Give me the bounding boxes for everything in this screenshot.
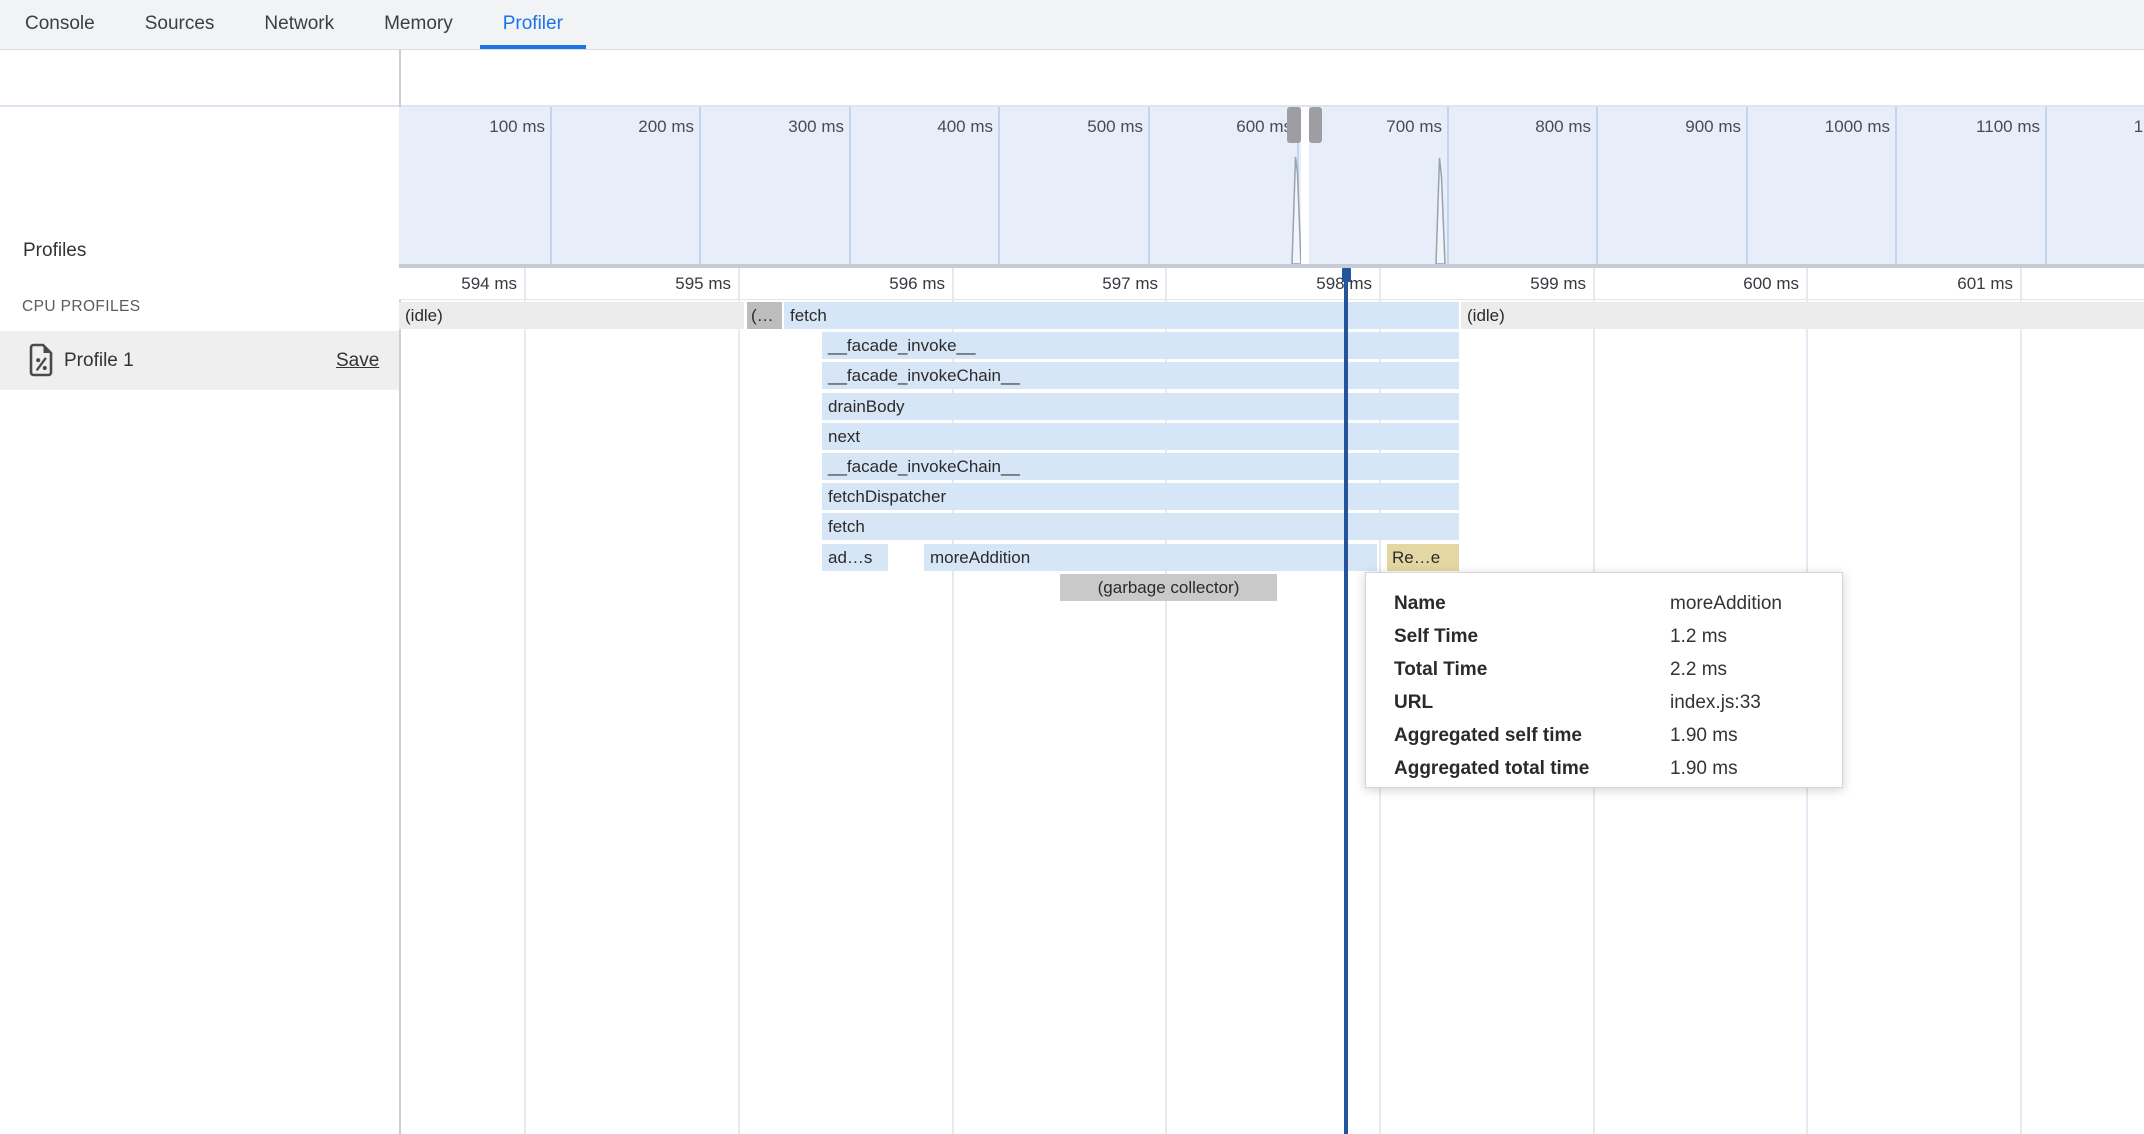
flame-gridline <box>2020 268 2022 1134</box>
flame-bar-call[interactable]: fetch <box>822 513 1459 540</box>
tab-profiler[interactable]: Profiler <box>480 0 586 49</box>
profile-name: Profile 1 <box>64 331 134 390</box>
profiler-toolbar: Chart <box>0 50 2144 107</box>
tab-sources[interactable]: Sources <box>122 0 238 49</box>
flame-bar-chip[interactable]: (… <box>747 302 782 329</box>
profile-document-icon <box>29 343 54 382</box>
flame-bar-call[interactable]: fetchDispatcher <box>822 483 1459 510</box>
sidebar-item-profile-1[interactable]: Profile 1 Save <box>0 331 399 390</box>
tooltip-label: Name <box>1394 587 1670 620</box>
profiles-sidebar: Profiles CPU PROFILES Profile 1 Save <box>0 107 399 1134</box>
playhead-marker-tick <box>1342 268 1351 282</box>
selection-right-handle[interactable] <box>1309 107 1322 143</box>
flame-gridline <box>738 268 740 1134</box>
tooltip-label: Aggregated total time <box>1394 752 1670 785</box>
flame-bar-call[interactable]: __facade_invoke__ <box>822 332 1459 359</box>
tooltip-row: Aggregated self time1.90 ms <box>1394 719 1842 752</box>
flame-bar-native[interactable]: Re…e <box>1387 544 1459 571</box>
save-profile-link[interactable]: Save <box>336 331 379 390</box>
selection-left-handle[interactable] <box>1287 107 1301 143</box>
frame-details-tooltip: NamemoreAdditionSelf Time1.2 msTotal Tim… <box>1365 572 1843 788</box>
tooltip-value: 1.90 ms <box>1670 752 1738 785</box>
flame-bar-call[interactable]: ad…s <box>822 544 888 571</box>
cpu-profiles-section-label: CPU PROFILES <box>22 298 141 316</box>
tooltip-label: URL <box>1394 686 1670 719</box>
tab-memory[interactable]: Memory <box>361 0 476 49</box>
tooltip-label: Aggregated self time <box>1394 719 1670 752</box>
overview-selection-window[interactable] <box>1301 107 1309 264</box>
flame-bar-call[interactable]: __facade_invokeChain__ <box>822 362 1459 389</box>
timeline-overview[interactable]: 100 ms200 ms300 ms400 ms500 ms600 ms700 … <box>399 107 2144 268</box>
tooltip-value: 2.2 ms <box>1670 653 1727 686</box>
flame-bar-call[interactable]: fetch <box>784 302 1459 329</box>
flame-gridline <box>524 268 526 1134</box>
flame-bar-call[interactable]: __facade_invokeChain__ <box>822 453 1459 480</box>
tooltip-row: Self Time1.2 ms <box>1394 620 1842 653</box>
tooltip-value: 1.90 ms <box>1670 719 1738 752</box>
tooltip-row: Aggregated total time1.90 ms <box>1394 752 1842 785</box>
tooltip-value: index.js:33 <box>1670 686 1761 719</box>
flame-bar-call[interactable]: drainBody <box>822 393 1459 420</box>
tooltip-label: Total Time <box>1394 653 1670 686</box>
flame-bar-call[interactable]: moreAddition <box>924 544 1377 571</box>
flame-bar-call[interactable]: next <box>822 423 1459 450</box>
cpu-activity-spikes <box>399 107 2144 264</box>
devtools-tab-bar: ConsoleSourcesNetworkMemoryProfiler <box>0 0 2144 50</box>
flame-bar-idle[interactable]: (idle) <box>399 302 744 329</box>
tooltip-row: Total Time2.2 ms <box>1394 653 1842 686</box>
tooltip-label: Self Time <box>1394 620 1670 653</box>
playhead-marker-line <box>1344 268 1348 1134</box>
tooltip-value: moreAddition <box>1670 587 1782 620</box>
tab-console[interactable]: Console <box>2 0 118 49</box>
tooltip-row: URLindex.js:33 <box>1394 686 1842 719</box>
sidebar-heading: Profiles <box>23 240 86 262</box>
tooltip-value: 1.2 ms <box>1670 620 1727 653</box>
flame-chart[interactable]: (idle)(…fetch(idle)__facade_invoke____fa… <box>399 268 2144 1134</box>
flame-bar-gc[interactable]: (garbage collector) <box>1060 574 1277 601</box>
tooltip-row: NamemoreAddition <box>1394 587 1842 620</box>
flame-bar-idle[interactable]: (idle) <box>1461 302 2144 329</box>
devtools-profiler-panel: ConsoleSourcesNetworkMemoryProfiler Char… <box>0 0 2144 1134</box>
tab-network[interactable]: Network <box>241 0 357 49</box>
